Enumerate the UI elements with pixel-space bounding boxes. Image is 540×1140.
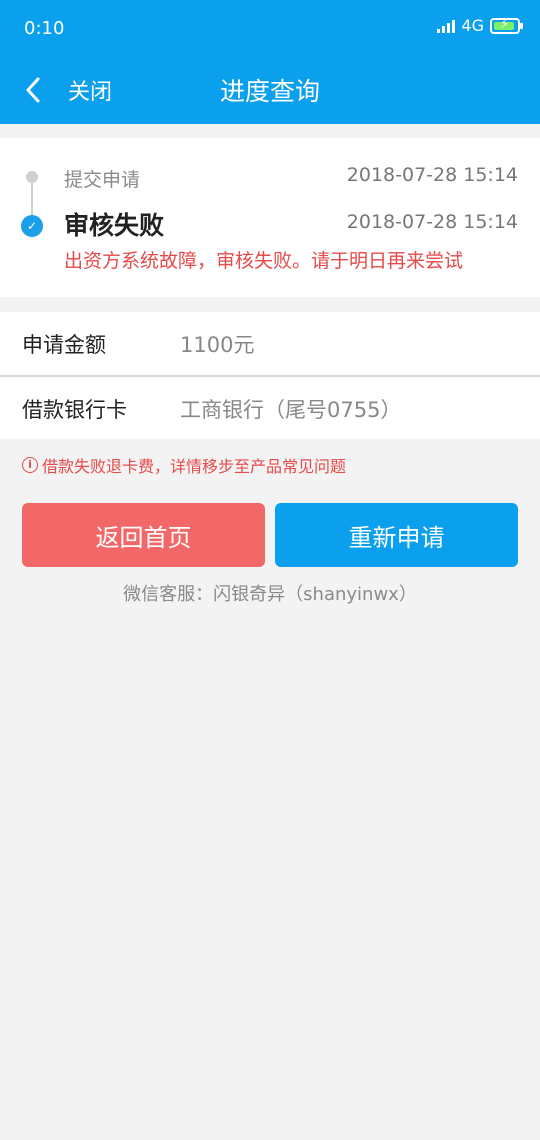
app-header: 0:10 4G ⚡ 关闭 进度查询 <box>0 0 540 124</box>
reapply-button[interactable]: 重新申请 <box>275 503 518 567</box>
loan-info-card: 申请金额 1100元 借款银行卡 工商银行（尾号0755） <box>0 312 540 439</box>
refund-notice: i 借款失败退卡费，详情移步至产品常见问题 <box>22 453 346 477</box>
timeline-connector <box>31 183 33 219</box>
failure-message: 出资方系统故障，审核失败。请于明日再来尝试 <box>64 250 464 272</box>
signal-icon <box>437 19 456 33</box>
check-circle-icon: ✓ <box>21 215 43 237</box>
step-submit-label: 提交申请 <box>64 169 141 191</box>
return-home-button[interactable]: 返回首页 <box>22 503 265 567</box>
amount-value: 1100元 <box>180 333 255 357</box>
amount-row: 申请金额 1100元 <box>0 312 540 375</box>
status-indicators: 4G ⚡ <box>437 16 523 35</box>
step-review-failed-time: 2018-07-28 15:14 <box>346 211 518 233</box>
page-title: 进度查询 <box>219 77 320 106</box>
bank-card-row: 借款银行卡 工商银行（尾号0755） <box>0 377 540 440</box>
network-type: 4G <box>461 16 484 35</box>
progress-timeline: ✓ 提交申请 2018-07-28 15:14 审核失败 2018-07-28 … <box>0 138 540 297</box>
warning-icon: i <box>22 457 38 473</box>
step-submit-time: 2018-07-28 15:14 <box>346 164 518 186</box>
step-dot-icon <box>26 171 38 183</box>
step-review-failed-label: 审核失败 <box>64 211 165 240</box>
bank-card-label: 借款银行卡 <box>22 398 127 422</box>
bank-card-value: 工商银行（尾号0755） <box>180 398 402 422</box>
notice-text: 借款失败退卡费，详情移步至产品常见问题 <box>42 457 347 476</box>
amount-label: 申请金额 <box>22 333 106 357</box>
status-time: 0:10 <box>24 18 65 39</box>
wechat-service-text: 微信客服：闪银奇异（shanyinwx） <box>123 584 417 605</box>
battery-icon: ⚡ <box>490 17 523 34</box>
